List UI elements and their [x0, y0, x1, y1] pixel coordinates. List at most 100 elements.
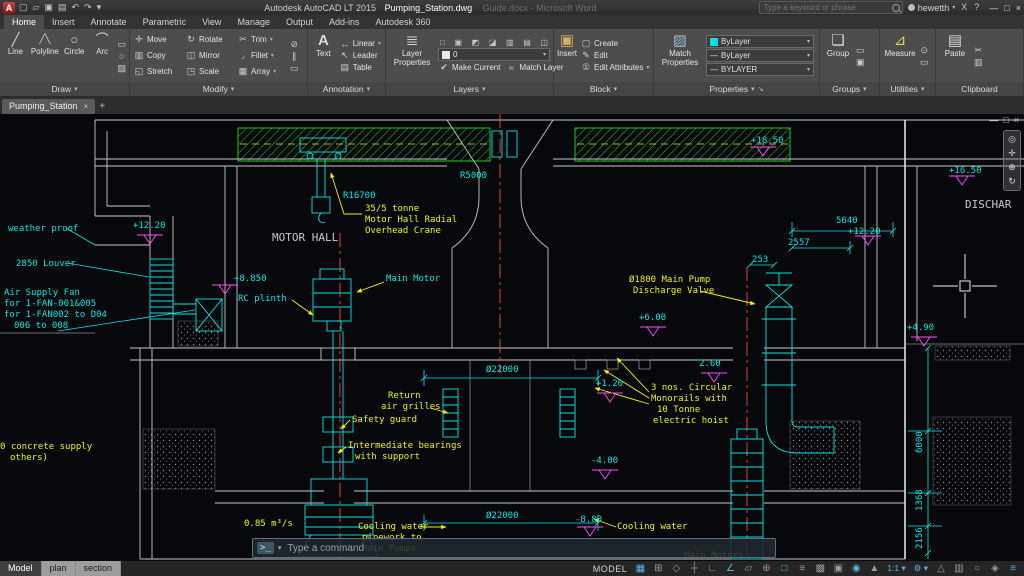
- navigation-bar[interactable]: ◎ ✛ ⊕ ↻: [1003, 130, 1021, 191]
- ribbon-tab-home[interactable]: Home: [4, 15, 44, 29]
- match-properties-button[interactable]: ▨ Match Properties: [657, 31, 703, 80]
- panel-title-groups[interactable]: Groups▾: [820, 82, 879, 96]
- edit-block-button[interactable]: ✎Edit: [580, 50, 650, 61]
- ellipse-icon[interactable]: ○: [118, 51, 127, 61]
- copy-clip-icon[interactable]: ▥: [974, 57, 983, 67]
- ribbon-tab-manage[interactable]: Manage: [229, 15, 278, 29]
- search-input[interactable]: [762, 2, 892, 13]
- move-button[interactable]: ✛Move: [133, 32, 183, 48]
- save-file-icon[interactable]: ▣: [43, 1, 54, 14]
- annotation-visibility-icon[interactable]: ◉: [848, 561, 864, 576]
- panel-title-modify[interactable]: Modify▾: [130, 82, 307, 96]
- snap-mode-icon[interactable]: ⊞: [650, 561, 666, 576]
- command-line[interactable]: >_ ▾: [252, 538, 776, 558]
- panel-title-layers[interactable]: Layers▾: [386, 82, 553, 96]
- ungroup-icon[interactable]: ▭: [856, 45, 865, 55]
- dialog-launcher-icon[interactable]: ↘: [758, 85, 764, 93]
- rotate-button[interactable]: ↻Rotate: [185, 32, 235, 48]
- isolate-objects-icon[interactable]: ○: [969, 561, 985, 576]
- explode-icon[interactable]: ▭: [290, 63, 299, 73]
- file-tab-pumping-station[interactable]: Pumping_Station ×: [2, 99, 95, 114]
- model-paper-toggle[interactable]: MODEL: [588, 564, 633, 574]
- panel-title-block[interactable]: Block▾: [554, 82, 653, 96]
- steering-wheel-icon[interactable]: ◎: [1008, 134, 1016, 145]
- panel-title-clipboard[interactable]: Clipboard: [936, 82, 1023, 96]
- polyline-button[interactable]: ╱╲ Polyline: [31, 31, 59, 80]
- mirror-button[interactable]: ◫Mirror: [185, 48, 235, 64]
- polar-tracking-icon[interactable]: ∠: [722, 561, 738, 576]
- redo-icon[interactable]: ↷: [83, 1, 93, 14]
- pan-icon[interactable]: ✛: [1008, 148, 1016, 159]
- search-icon[interactable]: [892, 4, 900, 12]
- new-file-icon[interactable]: ▢: [18, 1, 29, 14]
- model-space-tab[interactable]: Model: [0, 561, 42, 576]
- layer-tool-icon-1[interactable]: ▣: [454, 38, 462, 47]
- object-snap-tracking-icon[interactable]: ⊕: [758, 561, 774, 576]
- open-file-icon[interactable]: ▱: [32, 1, 41, 14]
- copy-button[interactable]: ▥Copy: [133, 48, 183, 64]
- layer-properties-button[interactable]: ≣ Layer Properties: [389, 31, 435, 80]
- create-block-button[interactable]: ▢Create: [580, 38, 650, 49]
- linetype-select[interactable]: — ByLayer ▾: [706, 49, 814, 62]
- arc-button[interactable]: ⌒ Arc: [90, 31, 115, 80]
- insert-block-button[interactable]: ▣ Insert: [557, 31, 577, 80]
- layout-tab-plan[interactable]: plan: [42, 561, 76, 576]
- grid-display-icon[interactable]: ▦: [632, 561, 648, 576]
- cut-icon[interactable]: ✂: [974, 45, 983, 55]
- orbit-icon[interactable]: ↻: [1008, 176, 1016, 187]
- ribbon-tab-add-ins[interactable]: Add-ins: [321, 15, 368, 29]
- minimize-button[interactable]: —: [989, 3, 998, 13]
- panel-title-annotation[interactable]: Annotation▾: [308, 82, 385, 96]
- measure-button[interactable]: ⊿ Measure: [883, 31, 917, 80]
- lineweight-display-icon[interactable]: ≡: [794, 561, 810, 576]
- object-snap-icon[interactable]: □: [776, 561, 792, 576]
- isometric-drafting-icon[interactable]: ▱: [740, 561, 756, 576]
- lineweight-select[interactable]: — BYLAYER ▾: [706, 63, 814, 76]
- plot-icon[interactable]: ▤: [57, 1, 68, 14]
- circle-button[interactable]: ○ Circle: [62, 31, 87, 80]
- new-drawing-tab-button[interactable]: +: [99, 99, 105, 114]
- leader-button[interactable]: ↖Leader: [339, 50, 382, 61]
- signin-user-button[interactable]: hewetth ▾: [908, 3, 956, 13]
- restore-button[interactable]: □: [1004, 3, 1009, 13]
- ribbon-tab-parametric[interactable]: Parametric: [135, 15, 195, 29]
- viewport-minimize-icon[interactable]: —: [989, 115, 998, 125]
- command-input[interactable]: [285, 542, 771, 555]
- array-button[interactable]: ▦Array▾: [237, 64, 287, 80]
- layer-tool-icon-4[interactable]: ▥: [506, 38, 514, 47]
- quick-select-icon[interactable]: ⊙: [920, 45, 929, 55]
- ribbon-tab-annotate[interactable]: Annotate: [83, 15, 135, 29]
- group-button[interactable]: ❏ Group: [823, 31, 853, 80]
- drawing-canvas[interactable]: weather proof2850 LouverAir Supply Fanfo…: [0, 114, 1024, 561]
- customization-icon[interactable]: ≡: [1005, 561, 1021, 576]
- viewport-restore-icon[interactable]: □: [1003, 115, 1008, 125]
- annotation-scale-icon[interactable]: 1:1 ▾: [884, 561, 908, 576]
- panel-title-draw[interactable]: Draw▾: [0, 82, 129, 96]
- layer-select[interactable]: 0 ▾: [438, 48, 550, 61]
- layer-tool-icon-6[interactable]: ◫: [540, 38, 548, 47]
- hatch-icon[interactable]: ▨: [118, 63, 127, 73]
- infer-constraints-icon[interactable]: ◇: [668, 561, 684, 576]
- viewport-close-icon[interactable]: ×: [1014, 115, 1019, 125]
- text-button[interactable]: A Text: [311, 31, 336, 80]
- dynamic-input-icon[interactable]: ┼: [686, 561, 702, 576]
- ribbon-tab-view[interactable]: View: [194, 15, 229, 29]
- workspace-switching-icon[interactable]: ⚙ ▾: [911, 561, 931, 576]
- trim-button[interactable]: ✂Trim▾: [237, 32, 287, 48]
- fillet-button[interactable]: ◞Fillet▾: [237, 48, 287, 64]
- linear-dimension-button[interactable]: ↔Linear▾: [339, 39, 382, 49]
- exchange-apps-icon[interactable]: X: [960, 1, 968, 14]
- close-button[interactable]: ×: [1016, 3, 1021, 13]
- zoom-icon[interactable]: ⊕: [1008, 162, 1016, 173]
- graphics-performance-icon[interactable]: ◈: [987, 561, 1003, 576]
- units-icon[interactable]: ▥: [951, 561, 967, 576]
- ribbon-tab-insert[interactable]: Insert: [44, 15, 83, 29]
- application-menu-icon[interactable]: A: [3, 2, 15, 14]
- stretch-button[interactable]: ◱Stretch: [133, 64, 183, 80]
- command-customize-icon[interactable]: ▾: [278, 544, 282, 552]
- rectangle-icon[interactable]: ▭: [118, 39, 127, 49]
- layer-tool-icon-2[interactable]: ◩: [472, 38, 480, 47]
- edit-attributes-button[interactable]: ①Edit Attributes▾: [580, 62, 650, 73]
- ribbon-tab-autodesk-360[interactable]: Autodesk 360: [368, 15, 439, 29]
- line-button[interactable]: ╱ Line: [3, 31, 28, 80]
